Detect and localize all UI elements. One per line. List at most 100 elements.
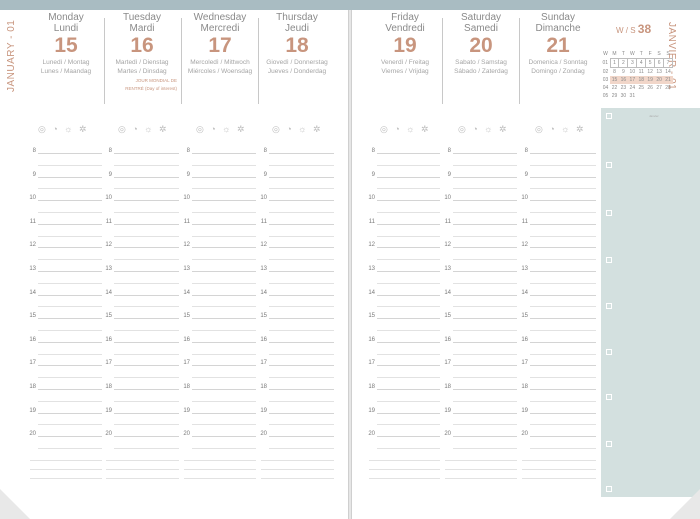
hour-slot-line[interactable] [377, 176, 440, 178]
notes-line[interactable] [184, 477, 256, 479]
mini-calendar-day[interactable]: 3 [627, 58, 638, 68]
hour-slot-line[interactable] [269, 436, 334, 438]
notes-line[interactable] [369, 477, 440, 479]
sidebar-checkbox[interactable] [606, 113, 612, 119]
notes-line[interactable] [445, 477, 517, 479]
sidebar-checkbox[interactable] [606, 441, 612, 447]
mini-calendar-day[interactable]: 13 [655, 68, 664, 77]
hour-slot-line[interactable] [453, 271, 517, 272]
hour-slot-line[interactable] [192, 200, 256, 202]
hour-slot-line[interactable] [453, 436, 517, 438]
hour-slot-line[interactable] [530, 271, 596, 272]
hour-slot-line[interactable] [453, 223, 517, 225]
sidebar-checkbox[interactable] [606, 303, 612, 309]
hour-slot-line[interactable] [114, 247, 179, 249]
hour-slot-line[interactable] [192, 223, 256, 225]
mini-calendar-day[interactable]: 30 [619, 92, 628, 100]
notes-line[interactable] [369, 459, 440, 461]
hour-slot-line[interactable] [38, 176, 102, 178]
hour-slot-line[interactable] [377, 153, 440, 154]
sidebar-checkbox[interactable] [606, 162, 612, 168]
hour-slot-line[interactable] [114, 294, 179, 296]
day-header-tuesday[interactable]: Tuesday Mardi 16 Martedì / Dienstag Mart… [104, 12, 180, 92]
mini-calendar-day[interactable]: 24 [628, 84, 637, 92]
hour-slot-line[interactable] [114, 436, 179, 438]
sidebar-checkbox[interactable] [606, 349, 612, 355]
hour-slot-line[interactable] [453, 341, 517, 343]
hour-slot-line[interactable] [453, 389, 517, 390]
hour-slot-line[interactable] [192, 318, 256, 320]
hour-slot-line[interactable] [530, 247, 596, 249]
day-header-thursday[interactable]: Thursday Jeudi 18 Giovedì / Donnerstag J… [259, 12, 335, 76]
hour-slot-line[interactable] [114, 200, 179, 202]
hour-slot-line[interactable] [38, 200, 102, 202]
notes-line[interactable] [522, 468, 596, 470]
mini-calendar-day[interactable]: 8 [610, 68, 619, 77]
mini-calendar-day[interactable] [655, 92, 664, 100]
hour-slot-line[interactable] [530, 389, 596, 390]
hour-slot-line[interactable] [114, 412, 179, 414]
mini-calendar-day[interactable]: 12 [646, 68, 655, 77]
hour-slot-line[interactable] [377, 389, 440, 390]
notes-line[interactable] [184, 468, 256, 470]
hour-slot-line[interactable] [269, 247, 334, 249]
hour-slot-line[interactable] [530, 318, 596, 320]
hour-slot-line[interactable] [38, 223, 102, 225]
hour-slot-line[interactable] [192, 412, 256, 414]
hour-slot-line[interactable] [269, 365, 334, 367]
notes-line[interactable] [30, 477, 102, 479]
day-header-friday[interactable]: Friday Vendredi 19 Venerdì / Freitag Vie… [367, 12, 443, 76]
hour-slot-line[interactable] [269, 153, 334, 154]
hour-slot-line[interactable] [269, 318, 334, 320]
hour-slot-line[interactable] [192, 176, 256, 178]
hour-slot-line[interactable] [530, 153, 596, 154]
hour-slot-line[interactable] [530, 294, 596, 296]
hour-slot-line[interactable] [269, 412, 334, 414]
hour-slot-line[interactable] [530, 436, 596, 438]
hour-slot-line[interactable] [38, 436, 102, 438]
hour-slot-line[interactable] [38, 153, 102, 154]
hour-slot-line[interactable] [269, 223, 334, 225]
notes-line[interactable] [184, 459, 256, 461]
mini-calendar-day[interactable]: 29 [610, 92, 619, 100]
mini-calendar-day[interactable]: 4 [636, 58, 647, 68]
hour-slot-line[interactable] [269, 294, 334, 296]
notes-sidebar[interactable] [601, 108, 700, 497]
hour-slot-line[interactable] [114, 365, 179, 367]
hour-slot-line[interactable] [377, 200, 440, 202]
hour-slot-line[interactable] [38, 247, 102, 249]
notes-line[interactable] [369, 468, 440, 470]
hour-slot-line[interactable] [192, 365, 256, 367]
mini-calendar-day[interactable]: 28 [664, 84, 673, 92]
notes-line[interactable] [445, 468, 517, 470]
hour-slot-line[interactable] [453, 412, 517, 414]
hour-slot-line[interactable] [530, 365, 596, 367]
mini-calendar-day[interactable]: 25 [637, 84, 646, 92]
hour-slot-line[interactable] [453, 318, 517, 320]
hour-slot-line[interactable] [114, 318, 179, 320]
notes-line[interactable] [261, 459, 334, 461]
hour-slot-line[interactable] [192, 436, 256, 438]
mini-calendar-day[interactable]: 23 [619, 84, 628, 92]
mini-calendar-day[interactable]: 31 [628, 92, 637, 100]
mini-calendar-day[interactable]: 17 [627, 76, 637, 84]
mini-calendar-day[interactable]: 21 [663, 76, 673, 84]
hour-slot-line[interactable] [114, 271, 179, 272]
hour-slot-line[interactable] [377, 436, 440, 438]
hour-slot-line[interactable] [269, 176, 334, 178]
sidebar-checkbox[interactable] [606, 486, 612, 492]
notes-line[interactable] [30, 459, 102, 461]
mini-calendar-day[interactable]: 22 [610, 84, 619, 92]
notes-line[interactable] [261, 468, 334, 470]
hour-slot-line[interactable] [530, 412, 596, 414]
notes-line[interactable] [106, 459, 179, 461]
hour-slot-line[interactable] [377, 365, 440, 367]
notes-line[interactable] [261, 477, 334, 479]
notes-line[interactable] [106, 477, 179, 479]
mini-calendar-day[interactable]: 10 [628, 68, 637, 77]
hour-slot-line[interactable] [377, 247, 440, 249]
hour-slot-line[interactable] [114, 176, 179, 178]
sidebar-checkbox[interactable] [606, 394, 612, 400]
hour-slot-line[interactable] [38, 294, 102, 296]
hour-slot-line[interactable] [192, 389, 256, 390]
